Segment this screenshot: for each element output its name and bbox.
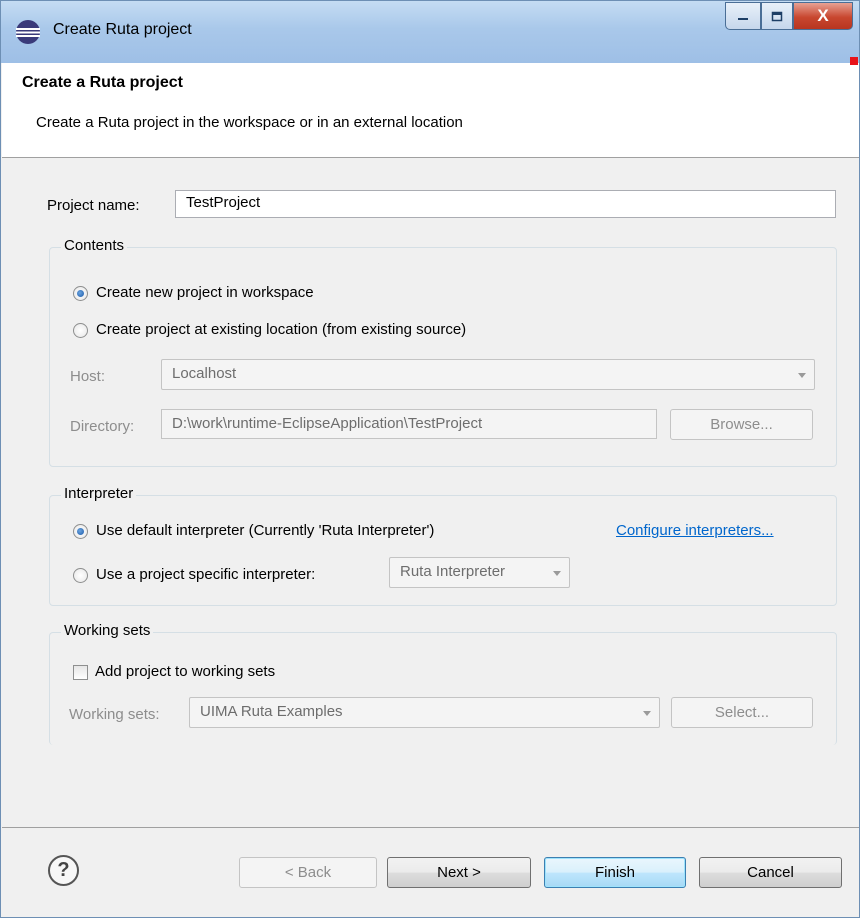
add-to-working-sets-checkbox[interactable] [73,665,88,680]
host-value: Localhost [172,365,237,382]
create-new-radio[interactable] [73,286,88,301]
interpreter-group [49,495,837,606]
page-description: Create a Ruta project in the workspace o… [36,114,463,131]
directory-label: Directory: [70,418,135,435]
working-sets-label: Working sets: [69,706,160,723]
title-bar[interactable]: Create Ruta project X [1,1,859,63]
browse-button: Browse... [670,409,813,440]
footer-divider [2,827,859,828]
project-name-input[interactable]: TestProject [175,190,836,218]
working-sets-combo: UIMA Ruta Examples [189,697,660,728]
interpreter-combo: Ruta Interpreter [389,557,570,588]
error-marker-icon [850,57,858,65]
working-sets-group [49,632,837,745]
default-interpreter-radio[interactable] [73,524,88,539]
project-name-label: Project name: [47,197,140,214]
page-title: Create a Ruta project [22,74,183,91]
close-icon: X [817,6,829,25]
configure-interpreters-link[interactable]: Configure interpreters... [616,522,774,539]
directory-input: D:\work\runtime-EclipseApplication\TestP… [161,409,657,439]
create-existing-radio[interactable] [73,323,88,338]
eclipse-icon [16,20,40,44]
host-combo: Localhost [161,359,815,390]
add-to-working-sets-label[interactable]: Add project to working sets [95,663,275,680]
help-icon[interactable]: ? [48,855,79,886]
contents-group-title: Contents [61,237,128,254]
chevron-down-icon [798,373,806,378]
create-existing-label[interactable]: Create project at existing location (fro… [96,321,466,338]
chevron-down-icon [643,711,651,716]
default-interpreter-label[interactable]: Use default interpreter (Currently 'Ruta… [96,522,434,539]
working-sets-value: UIMA Ruta Examples [200,703,343,720]
next-button[interactable]: Next > [387,857,531,888]
cancel-button[interactable]: Cancel [699,857,842,888]
select-button: Select... [671,697,813,728]
wizard-header: Create a Ruta project Create a Ruta proj… [2,63,859,158]
finish-button[interactable]: Finish [544,857,686,888]
close-button[interactable]: X [793,2,853,30]
back-button: < Back [239,857,377,888]
interpreter-group-title: Interpreter [61,485,137,502]
maximize-button[interactable] [761,2,793,30]
specific-interpreter-label[interactable]: Use a project specific interpreter: [96,566,315,583]
interpreter-combo-value: Ruta Interpreter [400,563,506,580]
minimize-icon [738,18,748,20]
chevron-down-icon [553,571,561,576]
working-sets-group-title: Working sets [61,622,154,639]
host-label: Host: [70,368,106,385]
maximize-icon [771,11,783,21]
dialog-window: Create Ruta project X Create a Ruta proj… [0,0,860,918]
create-new-label[interactable]: Create new project in workspace [96,284,314,301]
window-title: Create Ruta project [53,21,192,38]
specific-interpreter-radio[interactable] [73,568,88,583]
minimize-button[interactable] [725,2,761,30]
